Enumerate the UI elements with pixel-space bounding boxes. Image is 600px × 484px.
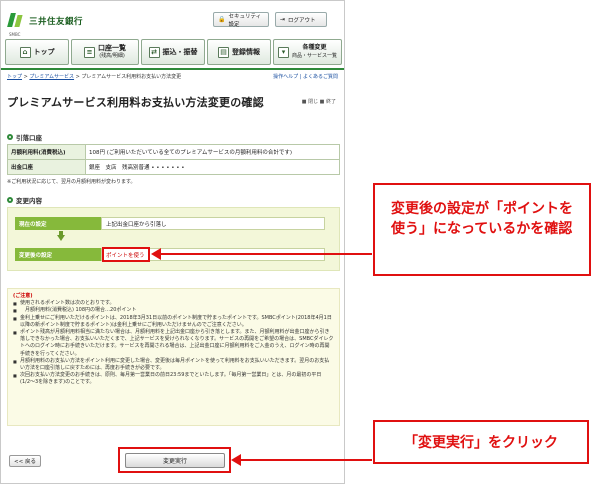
security-settings-button[interactable]: 🔒 セキュリティ設定 [213, 12, 269, 28]
list-item: 次回お支払い方法変更のお手続きは、原則、毎月第一営業日の前日23:59までといた… [13, 372, 334, 386]
breadcrumb: トップ > プレミアムサービス > プレミアムサービス利用料お支払い方法変更 [7, 74, 182, 80]
down-arrow-head [57, 235, 65, 241]
caution-notice: (ご注意) 使用されるポイント数は次のとおりです。 月額利用料(消費税込) 10… [7, 288, 340, 426]
callout-arrowhead-2 [231, 454, 241, 466]
new-setting-highlight [102, 247, 150, 262]
list-item: 月額利用料(消費税込) 108円の場合…20ポイント [13, 307, 334, 314]
settings-icon: ▾ [277, 46, 289, 58]
callout-arrow-1 [160, 253, 372, 255]
section-bullet-icon [7, 197, 13, 203]
page-title: プレミアムサービス利用料お支払い方法変更の確認 [7, 96, 264, 109]
logout-icon: ⇥ [280, 16, 286, 23]
callout-check-setting: 変更後の設定が「ポイントを使う」になっているかを確認 [373, 183, 591, 276]
change-section-heading: 変更内容 [7, 195, 42, 205]
back-button[interactable]: << 戻る [9, 455, 41, 467]
execute-change-button[interactable]: 変更実行 [125, 453, 225, 468]
breadcrumb-link-top[interactable]: トップ [7, 74, 22, 80]
nav-settings[interactable]: ▾ 各種変更 商品・サービス一覧 [273, 39, 342, 65]
list-item: 金利上乗せにご利用いただけるポイントは、2018年3月31日以前のポイント制度で… [13, 315, 334, 329]
breadcrumb-current: プレミアムサービス利用料お支払い方法変更 [81, 74, 182, 80]
nav-account-list[interactable]: ≡ 口座一覧 (残高/明細) [71, 39, 139, 65]
callout-arrowhead-1 [151, 248, 161, 260]
table-row: 月額利用料(消費税込) 108円 (ご利用いただいている全てのプレミアムサービス… [7, 144, 340, 160]
home-icon: ⌂ [19, 46, 31, 58]
section-bullet-icon [7, 134, 13, 140]
table-row: 出金口座 銀座 支店 残高別普通 • • • • • • • [7, 159, 340, 175]
register-icon: ▤ [218, 46, 229, 58]
callout-click-execute: 「変更実行」をクリック [373, 420, 589, 464]
current-setting-row: 現在の設定 上記出金口座から引落し [15, 217, 325, 230]
nav-top[interactable]: ⌂ トップ [5, 39, 69, 65]
debit-section-heading: 引落口座 [7, 132, 42, 142]
window-tools[interactable]: ■ 閉じ ■ 終了 [302, 98, 336, 105]
lock-icon: 🔒 [218, 16, 226, 23]
smbc-logo-icon: SMBC [7, 11, 25, 37]
main-nav: ⌂ トップ ≡ 口座一覧 (残高/明細) ⇄ 振込・振替 ▤ 登録情報 ▾ 各種変… [5, 39, 342, 65]
debit-account-table: 月額利用料(消費税込) 108円 (ご利用いただいている全てのプレミアムサービス… [7, 144, 340, 175]
bank-name: 三井住友銀行 [29, 17, 84, 27]
list-icon: ≡ [84, 46, 95, 58]
logout-button[interactable]: ⇥ ログアウト [275, 12, 327, 27]
nav-divider [1, 68, 344, 70]
transfer-icon: ⇄ [148, 46, 160, 58]
nav-transfer[interactable]: ⇄ 振込・振替 [141, 39, 205, 65]
list-item: 月額利用料のお支払い方法をポイント利用に変更した場合、変更後は毎月ポイントを使っ… [13, 358, 334, 372]
bank-window: SMBC 三井住友銀行 🔒 セキュリティ設定 ⇥ ログアウト ⌂ トップ ≡ 口… [0, 0, 345, 484]
list-item: ポイント残高が月額利用料相当に満たない場合は、月額利用料を上記出金口座から引き落… [13, 329, 334, 358]
bank-logo: SMBC 三井住友銀行 [7, 7, 84, 37]
fee-note: ※ご利用状況に応じて、翌月の月額利用料が変わります。 [7, 179, 136, 185]
help-links[interactable]: 操作ヘルプ | よくあるご質問 [273, 73, 338, 80]
callout-arrow-2 [240, 459, 372, 461]
breadcrumb-link-premium[interactable]: プレミアムサービス [29, 74, 74, 80]
nav-registered-info[interactable]: ▤ 登録情報 [207, 39, 271, 65]
